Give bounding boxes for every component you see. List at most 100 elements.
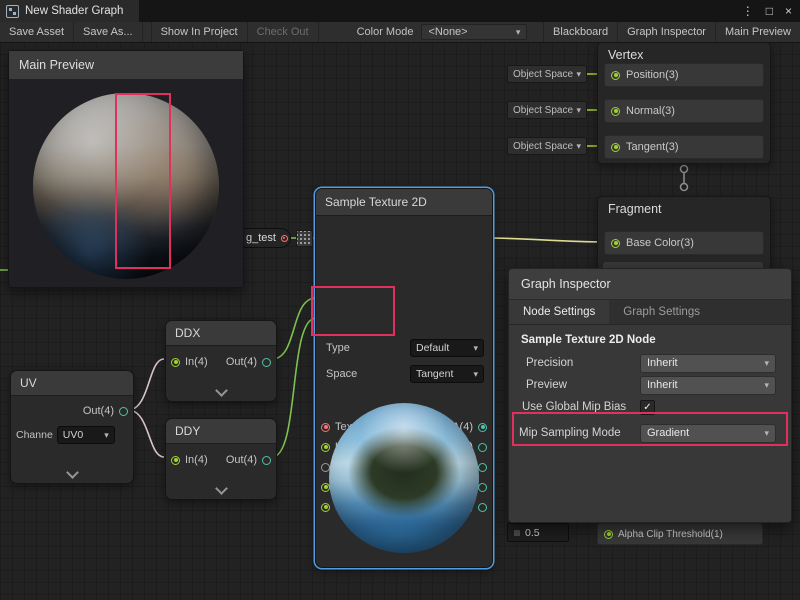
position-space-dropdown[interactable]: Object Space ▾ — [507, 65, 587, 83]
property-node-g-test[interactable]: g_test — [237, 228, 291, 248]
check-icon: ✓ — [643, 402, 651, 413]
save-asset-button[interactable]: Save Asset — [0, 22, 74, 42]
fragment-row-alpha-clip[interactable]: Alpha Clip Threshold(1) — [597, 523, 763, 545]
sample-node-header[interactable]: Sample Texture 2D — [316, 189, 492, 216]
node-ddx-header[interactable]: DDX — [166, 321, 276, 346]
node-ddy[interactable]: DDY In(4) Out(4) — [165, 418, 277, 500]
space-dropdown[interactable]: Tangent ▾ — [410, 365, 484, 383]
uv-out-port[interactable] — [119, 407, 128, 416]
type-dropdown[interactable]: Default ▾ — [410, 339, 484, 357]
preview-dropdown[interactable]: Inherit ▾ — [640, 376, 776, 395]
chevron-down-icon: ▾ — [576, 142, 581, 151]
texture-input-port[interactable] — [321, 423, 330, 432]
title-bar: New Shader Graph ⋮ □ × — [0, 0, 800, 22]
mip-bias-checkbox[interactable]: ✓ — [640, 400, 655, 415]
maximize-icon[interactable]: □ — [766, 4, 773, 18]
graph-inspector-title: Graph Inspector — [521, 277, 611, 291]
node-ddy-header[interactable]: DDY — [166, 419, 276, 444]
chevron-down-icon: ▾ — [104, 431, 109, 440]
alpha-float-field[interactable]: 0.5 — [507, 523, 569, 542]
main-preview-toggle[interactable]: Main Preview — [716, 22, 800, 42]
vertex-row-tangent[interactable]: Tangent(3) — [604, 135, 764, 159]
vertex-row-position[interactable]: Position(3) — [604, 63, 764, 87]
b-output-port[interactable] — [478, 483, 487, 492]
tab-node-settings[interactable]: Node Settings — [509, 300, 609, 324]
uv-channel-value: UV0 — [63, 429, 83, 441]
position-space-value: Object Space — [513, 69, 573, 80]
color-mode-dropdown[interactable]: <None> ▾ — [421, 24, 527, 40]
node-sample-texture-2d[interactable]: Sample Texture 2D Texture(T2) UV(2) Samp… — [315, 188, 493, 568]
sample-node-title: Sample Texture 2D — [325, 195, 427, 209]
uv-channel-label: Channe — [16, 429, 53, 441]
chevron-down-icon: ▾ — [516, 28, 521, 37]
precision-label: Precision — [526, 357, 573, 369]
node-uv-header[interactable]: UV — [11, 371, 133, 396]
ddy-out-label: Out(4) — [226, 454, 257, 466]
rgba-output-port[interactable] — [478, 423, 487, 432]
graph-inspector-header[interactable]: Graph Inspector — [509, 269, 791, 300]
blackboard-toggle[interactable]: Blackboard — [543, 22, 618, 42]
tangent-label: Tangent(3) — [626, 141, 679, 153]
ddx-in-label: In(4) — [185, 356, 208, 368]
node-ddx-title: DDX — [175, 326, 200, 340]
ddy-in-label: In(4) — [185, 454, 208, 466]
tab-graph-settings[interactable]: Graph Settings — [609, 300, 714, 324]
a-output-port[interactable] — [478, 503, 487, 512]
inspector-tabs: Node Settings Graph Settings — [509, 300, 791, 325]
graph-inspector-toggle[interactable]: Graph Inspector — [618, 22, 716, 42]
base-color-port[interactable] — [611, 239, 620, 248]
shader-graph-icon — [6, 5, 19, 18]
close-icon[interactable]: × — [785, 4, 792, 18]
property-options-button[interactable] — [296, 230, 313, 247]
node-vertex[interactable]: Vertex Position(3) Normal(3) Tangent(3) — [597, 42, 771, 164]
save-as-button[interactable]: Save As... — [74, 22, 143, 42]
ddx-collapse-chevron-icon[interactable] — [210, 385, 232, 397]
tangent-space-value: Object Space — [513, 141, 573, 152]
ddx-out-label: Out(4) — [226, 356, 257, 368]
normal-space-value: Object Space — [513, 105, 573, 116]
g-output-port[interactable] — [478, 463, 487, 472]
vertex-row-normal[interactable]: Normal(3) — [604, 99, 764, 123]
color-mode-value: <None> — [428, 26, 467, 38]
tangent-port[interactable] — [611, 143, 620, 152]
normal-label: Normal(3) — [626, 105, 675, 117]
node-uv-title: UV — [20, 376, 37, 390]
chevron-down-icon: ▾ — [473, 370, 478, 379]
window-controls: ⋮ □ × — [742, 4, 800, 18]
alpha-clip-label: Alpha Clip Threshold(1) — [618, 529, 723, 540]
normal-space-dropdown[interactable]: Object Space ▾ — [507, 101, 587, 119]
mip-bias-label: Use Global Mip Bias — [522, 401, 626, 413]
menu-icon[interactable]: ⋮ — [742, 4, 754, 18]
fragment-row-base-color[interactable]: Base Color(3) — [604, 231, 764, 255]
precision-dropdown[interactable]: Inherit ▾ — [640, 354, 776, 373]
ddx-in-port[interactable] — [171, 358, 180, 367]
tangent-space-dropdown[interactable]: Object Space ▾ — [507, 137, 587, 155]
uv-input-port[interactable] — [321, 443, 330, 452]
ddy-input-port[interactable] — [321, 503, 330, 512]
property-out-port[interactable] — [281, 235, 288, 242]
ddy-collapse-chevron-icon[interactable] — [210, 483, 232, 495]
uv-collapse-chevron-icon[interactable] — [61, 467, 83, 479]
show-in-project-button[interactable]: Show In Project — [151, 22, 248, 42]
r-output-port[interactable] — [478, 443, 487, 452]
chevron-down-icon: ▾ — [473, 344, 478, 353]
color-mode-label: Color Mode — [349, 22, 422, 42]
node-uv[interactable]: UV Out(4) Channe UV0 ▾ — [10, 370, 134, 484]
space-label: Space — [326, 368, 357, 380]
ddx-out-port[interactable] — [262, 358, 271, 367]
ddy-out-port[interactable] — [262, 456, 271, 465]
node-ddx[interactable]: DDX In(4) Out(4) — [165, 320, 277, 402]
alpha-clip-port[interactable] — [604, 530, 613, 539]
preview-value: Inherit — [647, 379, 678, 391]
ddy-in-port[interactable] — [171, 456, 180, 465]
main-preview-sphere — [33, 93, 219, 279]
normal-port[interactable] — [611, 107, 620, 116]
uv-channel-dropdown[interactable]: UV0 ▾ — [57, 426, 115, 444]
preview-label: Preview — [526, 379, 567, 391]
mip-mode-dropdown[interactable]: Gradient ▾ — [640, 424, 776, 443]
position-port[interactable] — [611, 71, 620, 80]
main-preview-header[interactable]: Main Preview — [9, 51, 243, 80]
document-tab[interactable]: New Shader Graph — [0, 0, 139, 22]
mip-mode-label: Mip Sampling Mode — [519, 427, 621, 439]
base-color-label: Base Color(3) — [626, 237, 694, 249]
